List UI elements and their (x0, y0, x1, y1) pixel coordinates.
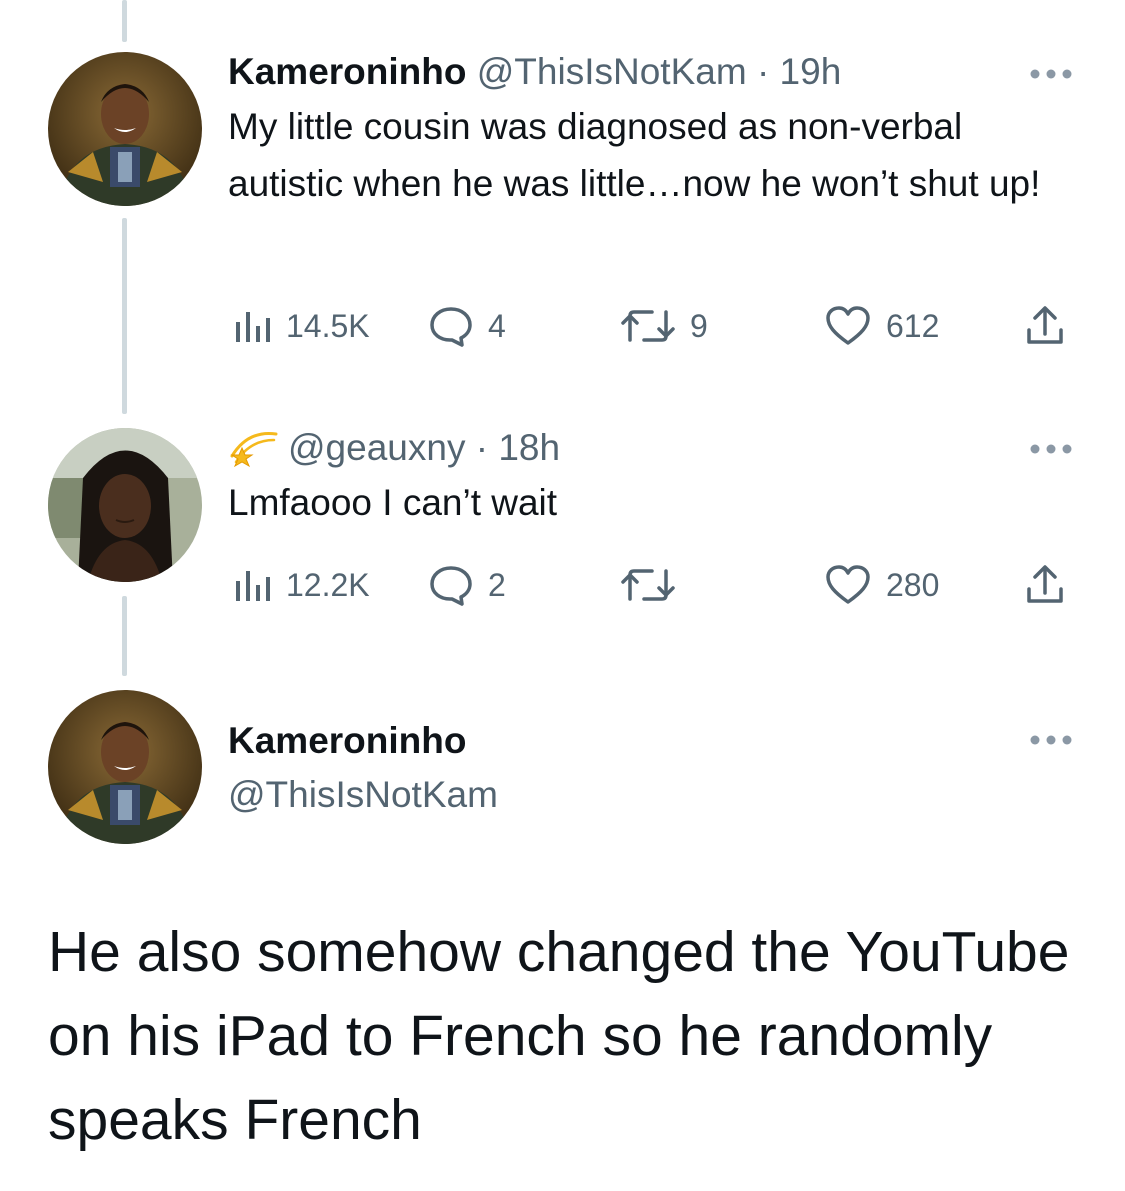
more-dots-icon[interactable] (1029, 734, 1073, 746)
separator-dot: · (756, 51, 770, 92)
like-count: 612 (886, 307, 940, 344)
tweet-1-header: Kameroninho @ThisIsNotKam · 19h (228, 50, 1085, 94)
reply-count: 2 (488, 566, 506, 603)
share-action[interactable] (1024, 562, 1066, 608)
views-action[interactable]: 12.2K (232, 562, 370, 608)
reply-action[interactable]: 4 (428, 303, 506, 349)
share-icon (1027, 306, 1063, 344)
author-handle[interactable]: @geauxny (288, 427, 465, 468)
retweet-count: 9 (690, 307, 708, 344)
retweet-icon (621, 569, 675, 601)
author-handle[interactable]: @ThisIsNotKam (477, 51, 747, 92)
bar-chart-icon (236, 312, 270, 342)
like-action[interactable]: 612 (824, 303, 939, 349)
avatar-geauxny[interactable] (48, 428, 202, 582)
main-tweet-text: He also somehow changed the YouTube on h… (48, 920, 1070, 1152)
retweet-action[interactable] (620, 562, 690, 608)
tweet-1-text: My little cousin was diagnosed as non-ve… (228, 106, 1041, 204)
like-count: 280 (886, 566, 940, 603)
speech-bubble-icon (430, 307, 472, 347)
thread-line-2 (122, 596, 127, 676)
reply-action[interactable]: 2 (428, 562, 506, 608)
tweet-2-header: @geauxny · 18h (228, 426, 1085, 470)
main-author-name[interactable]: Kameroninho (228, 716, 466, 766)
tweet-2[interactable]: @geauxny · 18h Lmfaooo I can’t wait (228, 426, 1085, 531)
tweet-2-actions: 12.2K 2 280 (228, 562, 1078, 608)
dizzy-star-emoji (230, 431, 278, 468)
thread-line-1 (122, 218, 127, 414)
bar-chart-icon (236, 571, 270, 601)
retweet-icon (621, 310, 675, 342)
heart-icon (826, 565, 870, 604)
views-count: 12.2K (286, 566, 370, 603)
tweet-1[interactable]: Kameroninho @ThisIsNotKam · 19h My littl… (228, 50, 1085, 212)
avatar-kameroninho-main[interactable] (48, 690, 202, 844)
separator-dot: · (475, 427, 489, 468)
like-action[interactable]: 280 (824, 562, 939, 608)
tweet-1-actions: 14.5K 4 9 612 (228, 303, 1078, 349)
views-action[interactable]: 14.5K (232, 303, 370, 349)
tweet-time[interactable]: 19h (780, 51, 842, 92)
retweet-action[interactable]: 9 (620, 303, 708, 349)
heart-icon (826, 306, 870, 345)
author-name[interactable]: Kameroninho (228, 51, 466, 92)
speech-bubble-icon (430, 566, 472, 606)
tweet-time[interactable]: 18h (498, 427, 560, 468)
avatar-kameroninho[interactable] (48, 52, 202, 206)
thread-line-top (122, 0, 127, 42)
reply-count: 4 (488, 307, 506, 344)
share-action[interactable] (1024, 303, 1066, 349)
main-author-handle[interactable]: @ThisIsNotKam (228, 770, 498, 820)
tweet-2-text: Lmfaooo I can’t wait (228, 482, 558, 523)
more-dots-icon[interactable] (1029, 68, 1073, 80)
views-count: 14.5K (286, 307, 370, 344)
more-dots-icon[interactable] (1029, 443, 1073, 455)
share-icon (1027, 565, 1063, 603)
